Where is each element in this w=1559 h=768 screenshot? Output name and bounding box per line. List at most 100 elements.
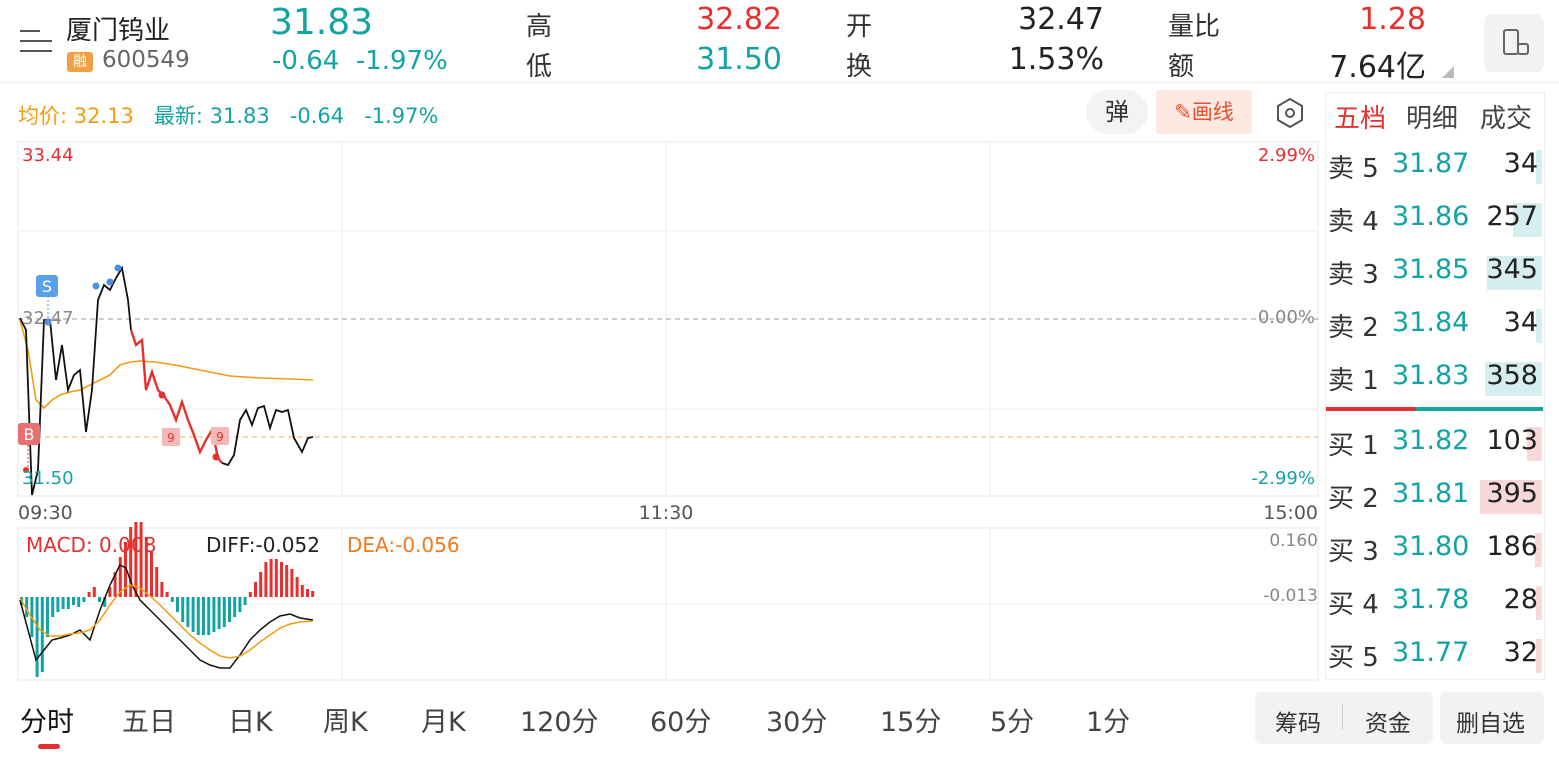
macd-bar (217, 597, 221, 629)
macd-bar (72, 597, 75, 605)
diff-label: DIFF:-0.052 (206, 533, 320, 557)
expand-corner-icon[interactable] (1442, 66, 1454, 78)
macd-label: MACD: 0.008 (26, 533, 156, 557)
macd-bar (254, 582, 257, 597)
tab-period-4[interactable]: 月K (421, 700, 466, 739)
tab-period-5[interactable]: 120分 (520, 700, 599, 739)
sell-level-label: 卖 1 (1328, 366, 1379, 396)
price-low-label: 31.50 (22, 468, 74, 489)
macd-bar (46, 597, 49, 637)
funds-button[interactable]: 资金 (1365, 704, 1411, 738)
sell-volume: 34 (1503, 307, 1538, 338)
sell-price: 31.85 (1392, 254, 1470, 285)
remove-watchlist-button[interactable]: 删自选 (1440, 692, 1544, 744)
intraday-chart[interactable]: S B 9 9 33.44 32.47 31.50 2.99% 0.00% -2… (0, 0, 1325, 690)
sell-price: 31.87 (1392, 148, 1470, 179)
sell-volume: 257 (1486, 201, 1538, 232)
nine-signal-label: 9 (167, 431, 175, 445)
macd-bar (243, 597, 247, 605)
buy-volume: 186 (1486, 531, 1538, 562)
tab-period-9[interactable]: 5分 (990, 700, 1034, 739)
buy-price: 31.80 (1392, 531, 1470, 562)
buy-volume: 395 (1486, 478, 1538, 509)
nine-signal-label: 9 (216, 430, 224, 444)
sell-row[interactable]: 卖 4 31.86 257 (1328, 197, 1542, 241)
macd-bar (150, 552, 153, 597)
buy-level-label: 买 5 (1328, 643, 1379, 673)
chips-button[interactable]: 筹码 (1275, 704, 1321, 738)
buy-row[interactable]: 买 5 31.77 32 (1328, 633, 1542, 677)
buy-volume: 28 (1503, 584, 1538, 615)
macd-bar (87, 592, 91, 597)
macd-bar (311, 591, 315, 597)
dea-label: DEA:-0.056 (347, 533, 460, 557)
sell-price: 31.84 (1392, 307, 1470, 338)
macd-bar (269, 559, 273, 597)
macd-bar (165, 592, 169, 597)
price-line-afternoon (221, 404, 314, 467)
sell-level-label: 卖 3 (1328, 260, 1379, 290)
sell-row[interactable]: 卖 3 31.85 345 (1328, 250, 1542, 294)
buy-price: 31.81 (1392, 478, 1470, 509)
macd-bar (196, 597, 200, 635)
tab-period-10[interactable]: 1分 (1086, 700, 1130, 739)
remove-watchlist-label: 删自选 (1456, 711, 1525, 737)
buy-row[interactable]: 买 2 31.81 395 (1328, 474, 1542, 518)
button-divider (1342, 704, 1343, 730)
time-label-open: 09:30 (18, 502, 73, 524)
buy-price: 31.77 (1392, 637, 1470, 668)
macd-bar (300, 585, 304, 597)
macd-bar (285, 565, 289, 597)
tab-period-3[interactable]: 周K (323, 700, 368, 739)
macd-bar (40, 597, 44, 672)
macd-bar (228, 597, 231, 622)
tab-period-0[interactable]: 分时 (20, 700, 74, 739)
macd-bar (222, 597, 226, 627)
buy-level-label: 买 4 (1328, 590, 1379, 620)
buy-row[interactable]: 买 1 31.82 103 (1328, 421, 1542, 465)
macd-bar (280, 562, 283, 597)
sell-row[interactable]: 卖 1 31.83 358 (1328, 356, 1542, 400)
sell-volume: 358 (1486, 360, 1538, 391)
macd-bar (233, 597, 237, 617)
tab-period-6[interactable]: 60分 (650, 700, 711, 739)
tab-period-7[interactable]: 30分 (766, 700, 827, 739)
macd-bar (66, 597, 70, 609)
tab-period-1[interactable]: 五日 (122, 700, 176, 739)
sell-row[interactable]: 卖 5 31.87 34 (1328, 144, 1542, 188)
buy-level-label: 买 1 (1328, 431, 1379, 461)
macd-bar (35, 597, 39, 677)
macd-bar (186, 597, 190, 627)
time-label-close: 15:00 (1263, 502, 1318, 524)
macd-bar (92, 587, 96, 597)
red-dot-marker (212, 453, 220, 461)
pct-mid-label: 0.00% (1258, 307, 1315, 328)
macd-bar (155, 567, 159, 597)
macd-bar (238, 597, 242, 612)
orientation-button[interactable] (1484, 14, 1544, 72)
tab-period-8[interactable]: 15分 (880, 700, 941, 739)
buy-row[interactable]: 买 4 31.78 28 (1328, 580, 1542, 624)
macd-mid-label: -0.013 (1263, 586, 1318, 606)
buy-row[interactable]: 买 3 31.80 186 (1328, 527, 1542, 571)
sell-marker-label: S (42, 277, 52, 296)
price-high-label: 33.44 (22, 145, 74, 166)
red-dot-marker (158, 391, 166, 399)
macd-bar (248, 592, 252, 597)
sell-row[interactable]: 卖 2 31.84 34 (1328, 303, 1542, 347)
tab-period-2[interactable]: 日K (228, 700, 273, 739)
macd-bar (295, 577, 299, 597)
buy-volume: 103 (1486, 425, 1538, 456)
sell-level-label: 卖 5 (1328, 154, 1379, 184)
buy-price: 31.78 (1392, 584, 1470, 615)
pct-high-label: 2.99% (1258, 145, 1315, 166)
buy-dot-marker (92, 282, 100, 290)
macd-bar (98, 597, 101, 602)
macd-bar (51, 597, 55, 617)
macd-bar (170, 597, 174, 602)
macd-bar (306, 589, 309, 597)
macd-bar (191, 597, 195, 632)
time-label-noon: 11:30 (639, 502, 694, 524)
sell-price: 31.86 (1392, 201, 1470, 232)
macd-bar (259, 572, 263, 597)
